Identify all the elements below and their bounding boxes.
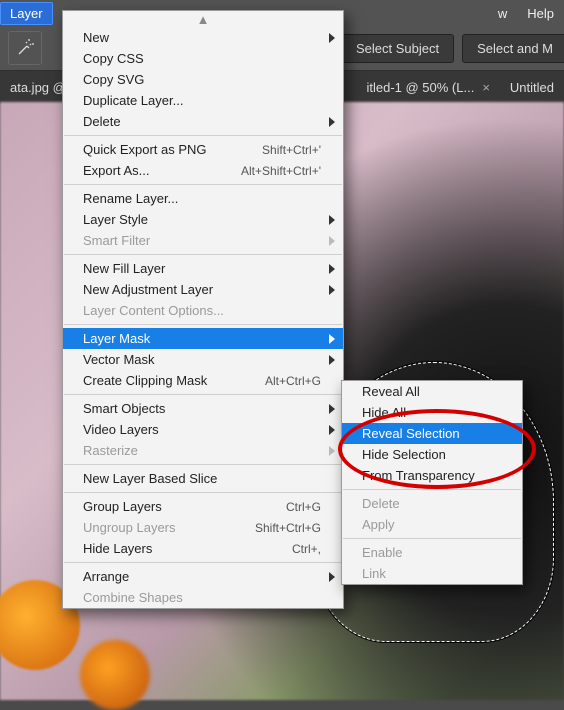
- magic-wand-icon[interactable]: [8, 31, 42, 65]
- menu-item-ungroup-layers: Ungroup LayersShift+Ctrl+G: [63, 517, 343, 538]
- menu-item-export-as[interactable]: Export As...Alt+Shift+Ctrl+': [63, 160, 343, 181]
- menu-item-rasterize: Rasterize: [63, 440, 343, 461]
- scroll-up-icon[interactable]: ▲: [63, 11, 343, 27]
- menu-item-new-layer-based-slice[interactable]: New Layer Based Slice: [63, 468, 343, 489]
- menu-item-layer-style[interactable]: Layer Style: [63, 209, 343, 230]
- menu-item-layer-mask[interactable]: Layer Mask: [63, 328, 343, 349]
- chevron-right-icon: [329, 215, 335, 225]
- submenu-item-link: Link: [342, 563, 522, 584]
- chevron-right-icon: [329, 334, 335, 344]
- menu-item-delete[interactable]: Delete: [63, 111, 343, 132]
- submenu-item-from-transparency[interactable]: From Transparency: [342, 465, 522, 486]
- submenu-item-hide-selection[interactable]: Hide Selection: [342, 444, 522, 465]
- chevron-right-icon: [329, 355, 335, 365]
- tab-label: itled-1 @ 50% (L...: [366, 80, 474, 95]
- chevron-right-icon: [329, 572, 335, 582]
- chevron-right-icon: [329, 236, 335, 246]
- menu-item-duplicate-layer[interactable]: Duplicate Layer...: [63, 90, 343, 111]
- submenu-item-apply: Apply: [342, 514, 522, 535]
- menu-item-group-layers[interactable]: Group LayersCtrl+G: [63, 496, 343, 517]
- menu-item-layer-content-options: Layer Content Options...: [63, 300, 343, 321]
- submenu-item-reveal-selection[interactable]: Reveal Selection: [342, 423, 522, 444]
- menu-item-rename-layer[interactable]: Rename Layer...: [63, 188, 343, 209]
- menu-item-hide-layers[interactable]: Hide LayersCtrl+,: [63, 538, 343, 559]
- layer-mask-submenu: Reveal All Hide All Reveal Selection Hid…: [341, 380, 523, 585]
- chevron-right-icon: [329, 264, 335, 274]
- tab-label: Untitled: [510, 80, 554, 95]
- chevron-right-icon: [329, 33, 335, 43]
- menu-item-copy-svg[interactable]: Copy SVG: [63, 69, 343, 90]
- chevron-right-icon: [329, 446, 335, 456]
- tab-3[interactable]: Untitled: [500, 74, 564, 101]
- menu-item-video-layers[interactable]: Video Layers: [63, 419, 343, 440]
- menu-item-new-fill-layer[interactable]: New Fill Layer: [63, 258, 343, 279]
- menu-item-vector-mask[interactable]: Vector Mask: [63, 349, 343, 370]
- submenu-item-hide-all[interactable]: Hide All: [342, 402, 522, 423]
- menu-item-arrange[interactable]: Arrange: [63, 566, 343, 587]
- menu-item-new[interactable]: New: [63, 27, 343, 48]
- select-subject-button[interactable]: Select Subject: [341, 34, 454, 63]
- menu-layer[interactable]: Layer: [0, 2, 53, 25]
- menu-item-smart-filter: Smart Filter: [63, 230, 343, 251]
- menu-item-create-clipping-mask[interactable]: Create Clipping MaskAlt+Ctrl+G: [63, 370, 343, 391]
- chevron-right-icon: [329, 425, 335, 435]
- close-icon[interactable]: ×: [482, 80, 490, 95]
- menu-item-copy-css[interactable]: Copy CSS: [63, 48, 343, 69]
- chevron-right-icon: [329, 404, 335, 414]
- menu-item-new-adjustment-layer[interactable]: New Adjustment Layer: [63, 279, 343, 300]
- select-and-mask-button[interactable]: Select and M: [462, 34, 564, 63]
- menu-item-smart-objects[interactable]: Smart Objects: [63, 398, 343, 419]
- menu-help[interactable]: Help: [517, 2, 564, 25]
- tab-2[interactable]: itled-1 @ 50% (L... ×: [356, 74, 499, 101]
- menu-item-quick-export[interactable]: Quick Export as PNGShift+Ctrl+': [63, 139, 343, 160]
- menu-window[interactable]: w: [488, 2, 517, 25]
- chevron-right-icon: [329, 117, 335, 127]
- submenu-item-delete: Delete: [342, 493, 522, 514]
- layer-menu: ▲ New Copy CSS Copy SVG Duplicate Layer.…: [62, 10, 344, 609]
- menu-item-combine-shapes: Combine Shapes: [63, 587, 343, 608]
- tab-label: ata.jpg @: [10, 80, 66, 95]
- submenu-item-enable: Enable: [342, 542, 522, 563]
- submenu-item-reveal-all[interactable]: Reveal All: [342, 381, 522, 402]
- chevron-right-icon: [329, 285, 335, 295]
